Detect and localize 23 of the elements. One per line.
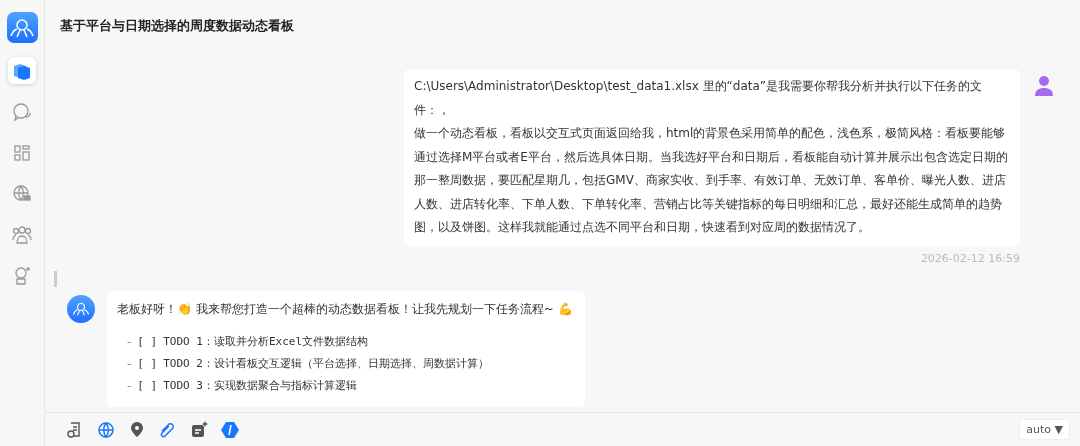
bot-avatar-icon xyxy=(67,294,95,323)
message-text: 老板好呀！👏 我来帮您打造一个超棒的动态数据看板！让我先规划一下任务流程~ 💪 xyxy=(117,300,573,318)
list-bullet: - xyxy=(127,333,132,351)
message-text: 做一个动态看板，看板以交互式页面返回给我，html的背景色采用简单的配色，浅色系，极简风格：看板要能够通过选择M平台或者E平台，然后选具体日期。当我选好平台和日期后，看板能自动计算并展示出包含选定日期的那一整周数据，要匹配星期几，包括GMV、商家实收、到手率、有效订单、无效订单、客单价、曝光人数、进店人数、进店转化率、下单人数、下单转化率、营销占比等关键指标的每日明细和汇总，最好还能生成简单的趋势图，以及饼图。这样我就能通过点选不同平台和日期，快速看到对应周的数据情况了。 xyxy=(414,125,1009,236)
app-logo-icon[interactable] xyxy=(6,12,38,43)
todo-text: TODO 2：设计看板交互逻辑（平台选择、日期选择、周数据计算） xyxy=(163,355,489,372)
cubes-icon[interactable] xyxy=(8,57,36,84)
code-icon[interactable] xyxy=(220,420,239,439)
message-text: C:\Users\Administrator\Desktop\test_data1.xlsx 里的“data”是我需要你帮我分析并执行以下任务的文件：， xyxy=(414,78,984,119)
model-select[interactable]: auto ▼ xyxy=(1019,419,1070,440)
user-avatar-icon xyxy=(1034,75,1054,97)
message-timestamp: 2026-02-12 16:59 xyxy=(920,251,1020,265)
todo-checkbox-text: [ ] xyxy=(137,333,158,350)
globe-icon[interactable] xyxy=(96,420,115,439)
paperclip-icon[interactable] xyxy=(158,420,177,439)
todo-text: TODO 3：实现数据聚合与指标计算逻辑 xyxy=(163,377,357,394)
list-bullet: - xyxy=(127,377,132,395)
sparkle-note-icon[interactable] xyxy=(189,420,208,439)
list-bullet: - xyxy=(127,355,132,373)
todo-text: TODO 1：读取并分析Excel文件数据结构 xyxy=(163,333,369,350)
todo-checkbox-text: [ ] xyxy=(137,355,158,372)
todo-checkbox-text: [ ] xyxy=(137,377,158,394)
chat-title: 基于平台与日期选择的周度数据动态看板 xyxy=(60,17,294,35)
